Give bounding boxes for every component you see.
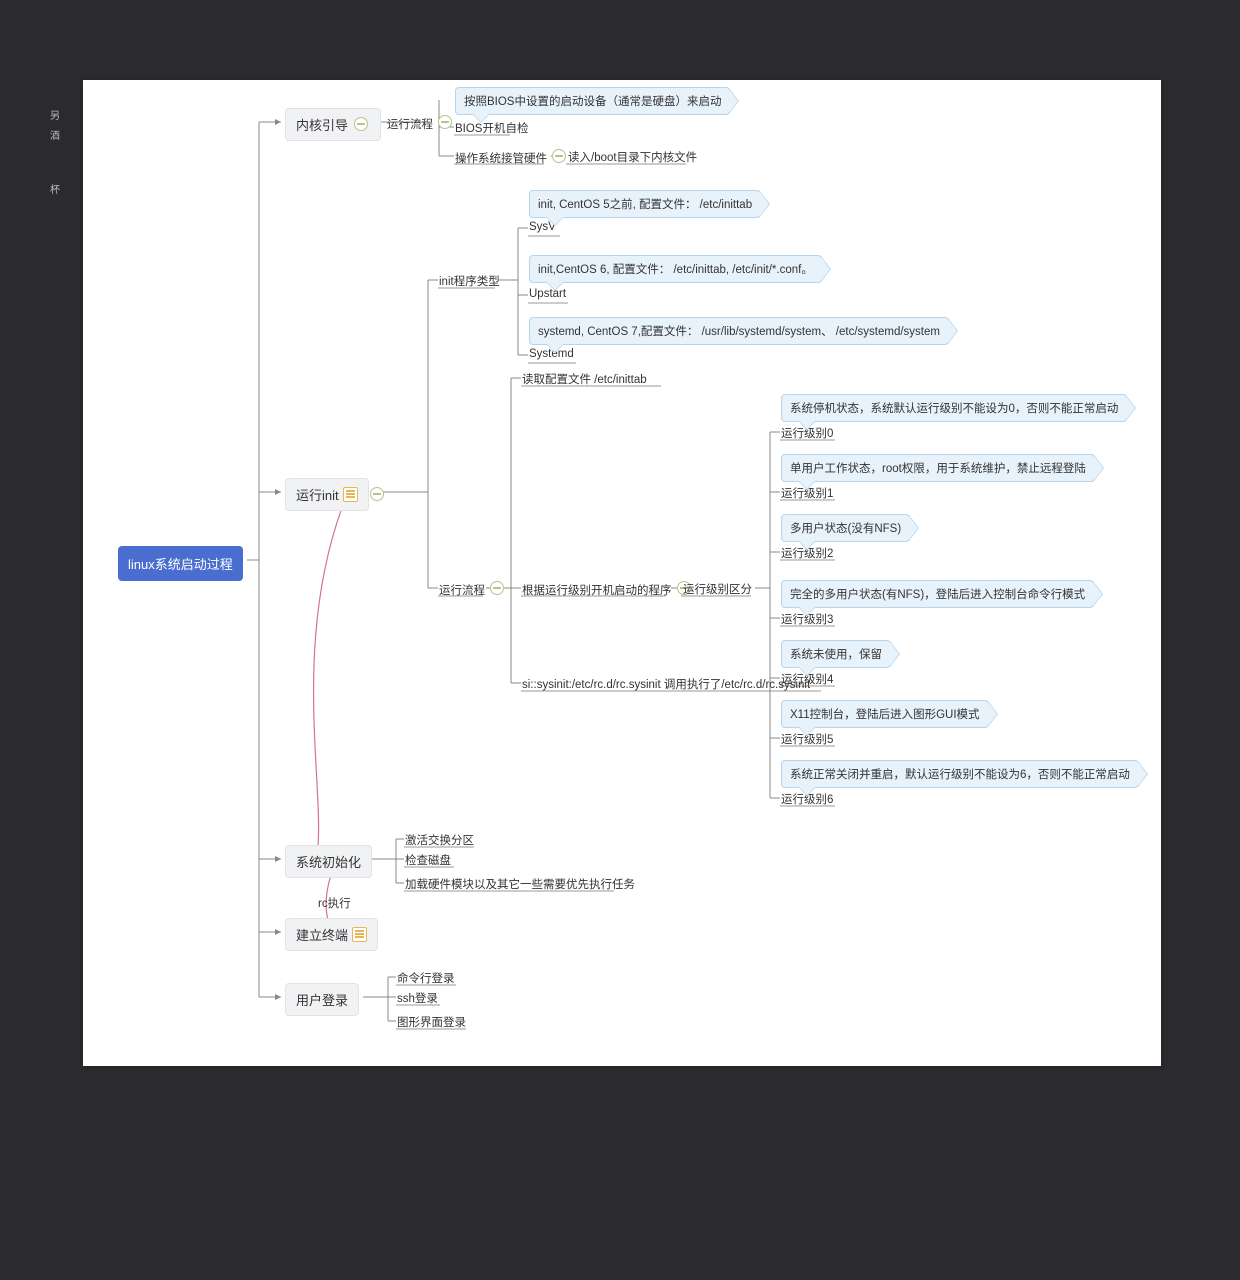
bubble-upstart[interactable]: init,CentOS 6, 配置文件： /etc/inittab, /etc/… — [529, 255, 822, 283]
mindmap-canvas[interactable]: linux系统启动过程 内核引导 运行init 系统初始化 建立终端 用户登录 … — [83, 80, 1161, 1066]
bubble-rl1[interactable]: 单用户工作状态，root权限，用于系统维护，禁止远程登陆 — [781, 454, 1095, 482]
collapse-icon[interactable] — [354, 117, 368, 131]
sysinit-a[interactable]: 激活交换分区 — [405, 832, 474, 848]
login-b[interactable]: ssh登录 — [397, 990, 438, 1006]
kernel-bios[interactable]: BIOS开机自检 — [455, 120, 528, 136]
root-label: linux系统启动过程 — [128, 557, 233, 572]
init-readcfg[interactable]: 读取配置文件 /etc/inittab — [522, 371, 647, 387]
sysinit-b[interactable]: 检查磁盘 — [405, 852, 451, 868]
init-byrl[interactable]: 根据运行级别开机启动的程序 — [522, 581, 693, 598]
bubble-rl4[interactable]: 系统未使用，保留 — [781, 640, 891, 668]
bubble-systemd[interactable]: systemd, CentOS 7,配置文件： /usr/lib/systemd… — [529, 317, 949, 345]
sysinit-rc[interactable]: rc执行 — [318, 895, 351, 911]
bubble-sysv[interactable]: init, CentOS 5之前, 配置文件： /etc/inittab — [529, 190, 761, 218]
gutter-a: 另 — [50, 110, 72, 124]
branch-init[interactable]: 运行init — [285, 478, 369, 511]
sysinit-c[interactable]: 加载硬件模块以及其它一些需要优先执行任务 — [405, 876, 635, 892]
page: 另 酒 杯 — [0, 0, 1240, 1280]
gutter-b: 酒 — [50, 130, 72, 144]
left-gutter: 另 酒 杯 — [50, 110, 72, 204]
init-flow[interactable]: 运行流程 — [439, 581, 506, 598]
collapse-icon[interactable] — [552, 149, 566, 163]
kernel-flow[interactable]: 运行流程 — [387, 115, 454, 132]
note-icon[interactable] — [352, 927, 367, 942]
branch-login[interactable]: 用户登录 — [285, 983, 359, 1016]
bubble-rl5[interactable]: X11控制台，登陆后进入图形GUI模式 — [781, 700, 989, 728]
collapse-icon[interactable] — [490, 581, 504, 595]
login-c[interactable]: 图形界面登录 — [397, 1014, 466, 1030]
connectors — [83, 80, 1161, 1066]
bubble-bios[interactable]: 按照BIOS中设置的启动设备（通常是硬盘）来启动 — [455, 87, 730, 115]
root-node[interactable]: linux系统启动过程 — [118, 546, 243, 581]
bubble-rl0[interactable]: 系统停机状态，系统默认运行级别不能设为0，否则不能正常启动 — [781, 394, 1127, 422]
collapse-icon[interactable] — [438, 115, 452, 129]
branch-sysinit[interactable]: 系统初始化 — [285, 845, 372, 878]
collapse-icon[interactable] — [370, 487, 384, 501]
branch-terminal[interactable]: 建立终端 — [285, 918, 378, 951]
kernel-hw[interactable]: 操作系统接管硬件 — [455, 149, 568, 166]
branch-kernel[interactable]: 内核引导 — [285, 108, 381, 141]
kernel-boot[interactable]: 读入/boot目录下内核文件 — [568, 149, 697, 165]
bubble-rl3[interactable]: 完全的多用户状态(有NFS)，登陆后进入控制台命令行模式 — [781, 580, 1094, 608]
bubble-rl6[interactable]: 系统正常关闭并重启，默认运行级别不能设为6，否则不能正常启动 — [781, 760, 1139, 788]
init-sysinit-line[interactable]: si::sysinit:/etc/rc.d/rc.sysinit 调用执行了/e… — [522, 676, 810, 692]
init-types[interactable]: init程序类型 — [439, 273, 500, 289]
runlevel-diff[interactable]: 运行级别区分 — [683, 581, 752, 597]
gutter-c: 杯 — [50, 184, 72, 198]
note-icon[interactable] — [343, 487, 358, 502]
login-a[interactable]: 命令行登录 — [397, 970, 455, 986]
bubble-rl2[interactable]: 多用户状态(没有NFS) — [781, 514, 910, 542]
